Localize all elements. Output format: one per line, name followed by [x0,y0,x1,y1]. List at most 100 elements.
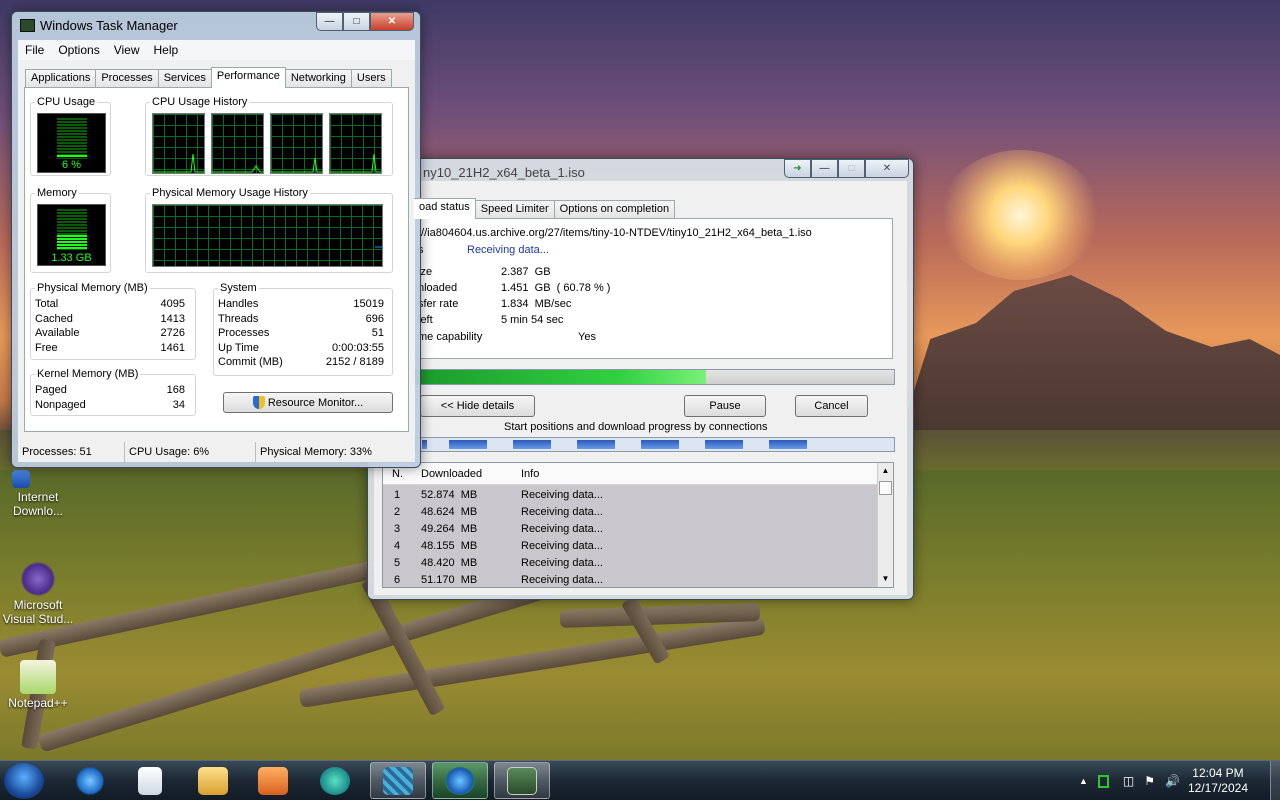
field-value: 1.451 GB ( 60.78 % ) [501,282,611,294]
cpu-usage-label: CPU Usage [35,96,98,108]
close-button[interactable]: ✕ [370,12,414,31]
column-info[interactable]: Info [521,468,539,480]
sys-value: 0:00:03:55 [332,342,384,354]
desktop-icon-visual-studio[interactable]: Microsoft Visual Stud... [0,562,76,626]
show-hidden-icons-icon[interactable]: ▲ [1079,776,1088,786]
desktop-icon-idm[interactable]: Internet Downlo... [0,470,76,518]
tray-app-icon[interactable] [1097,774,1109,788]
tab-services[interactable]: Services [157,69,212,87]
list-item[interactable]: 1 52.874 MB Receiving data... [383,487,878,504]
tab-users[interactable]: Users [350,69,392,87]
file-explorer-icon [198,766,228,795]
internet-explorer-icon [75,766,105,795]
connection-segment [705,440,743,449]
taskbar-explorer[interactable] [185,762,241,799]
resource-monitor-button[interactable]: Resource Monitor... [223,392,393,413]
clock[interactable]: 12:04 PM 12/17/2024 [1188,766,1248,796]
pm-row: Total 4095 [35,298,185,310]
desktop-icon-notepadpp[interactable]: Notepad++ [0,660,76,710]
pm-value: 4095 [160,298,185,310]
volume-icon[interactable]: 🔊 [1165,774,1180,788]
cpu-history-line [153,153,205,173]
sys-key: Commit (MB) [218,356,283,368]
menu-help[interactable]: Help [154,43,179,57]
cpu-usage-group: CPU Usage 6 % [30,96,111,176]
menu-options[interactable]: Options [58,43,99,57]
memory-meter-fill [57,235,87,249]
tab-applications[interactable]: Applications [25,69,97,87]
taskbar-task-manager[interactable] [494,762,550,799]
list-item[interactable]: 5 48.420 MB Receiving data... [383,555,878,572]
sys-value: 15019 [353,298,384,310]
cpu-history-graph [152,113,205,174]
scroll-up-icon[interactable]: ▲ [878,463,893,479]
sys-value: 696 [365,313,384,325]
sys-row: Commit (MB) 2152 / 8189 [218,356,384,368]
network-icon[interactable]: ◫ [1123,774,1134,788]
km-value: 34 [172,399,185,411]
window-controls: — □ ✕ [316,12,414,31]
cpu-history-line [212,165,264,173]
connection-segment [422,440,427,449]
tab-processes[interactable]: Processes [95,69,159,87]
pause-button[interactable]: Pause [684,395,766,417]
download-progress-bar [415,369,895,385]
column-number[interactable]: N. [392,468,403,480]
cpu-history-graph [211,113,264,174]
list-item[interactable]: 4 48.155 MB Receiving data... [383,538,878,555]
desktop-icon-label: Notepad++ [8,696,68,710]
kernel-memory-group: Kernel Memory (MB) Paged 168 Nonpaged 34 [30,368,196,416]
minimize-button[interactable]: — [316,12,343,31]
menu-view[interactable]: View [114,43,140,57]
status-processes: Processes: 51 [18,442,125,462]
hide-details-button[interactable]: << Hide details [420,395,535,417]
tab-download-status[interactable]: oad status [414,198,476,219]
connection-segment [577,440,615,449]
km-row: Paged 168 [35,384,185,396]
menu-file[interactable]: File [25,43,44,57]
tab-performance[interactable]: Performance [210,67,286,88]
cpu-history-graph [329,113,382,174]
cancel-button[interactable]: Cancel [795,395,868,417]
list-scrollbar[interactable]: ▲ ▼ [877,463,893,587]
km-row: Nonpaged 34 [35,399,185,411]
scroll-down-icon[interactable]: ▼ [878,571,893,587]
tab-options-on-completion[interactable]: Options on completion [553,200,676,218]
minimize-button[interactable]: — [811,159,838,178]
taskbar-edge[interactable] [307,762,363,799]
pm-key: Free [35,342,58,354]
action-center-flag-icon[interactable]: ⚑ [1144,774,1155,788]
tab-speed-limiter[interactable]: Speed Limiter [474,200,555,218]
maximize-button[interactable]: □ [343,12,370,31]
conn-downloaded: 48.155 MB [421,540,478,552]
cpu-history-line [271,157,323,173]
taskbar-app[interactable] [370,762,426,799]
maximize-button[interactable]: □ [838,159,865,178]
system-label: System [218,282,259,294]
list-header: N. Downloaded Info [383,463,878,485]
download-url: ://ia804604.us.archive.org/27/items/tiny… [418,227,812,239]
taskbar-idm[interactable] [432,762,488,799]
system-group: System Handles 15019 Threads 696 Processes… [213,282,393,376]
tab-networking[interactable]: Networking [284,69,352,87]
taskbar-media-player[interactable] [245,762,301,799]
sys-value: 51 [371,327,384,339]
show-desktop-button[interactable] [1270,761,1280,800]
taskbar-ie[interactable] [62,762,118,799]
resume-label: me capability [418,331,483,343]
connections-label: Start positions and download progress by… [504,421,768,433]
column-downloaded[interactable]: Downloaded [421,468,482,480]
idm-shortcut-icon [12,470,30,488]
list-item[interactable]: 3 49.264 MB Receiving data... [383,521,878,538]
conn-downloaded: 52.874 MB [421,489,478,501]
list-item[interactable]: 2 48.624 MB Receiving data... [383,504,878,521]
start-button[interactable] [4,763,44,799]
list-item[interactable]: 6 51.170 MB Receiving data... [383,572,878,587]
taskbar-notepad[interactable] [122,762,178,799]
close-button[interactable]: ✕ [865,159,909,178]
scroll-thumb[interactable] [879,481,892,495]
conn-info: Receiving data... [521,574,603,586]
sys-key: Processes [218,327,270,339]
memory-group: Memory 1.33 GB [30,187,111,273]
arrow-icon[interactable]: ➜ [784,159,811,178]
